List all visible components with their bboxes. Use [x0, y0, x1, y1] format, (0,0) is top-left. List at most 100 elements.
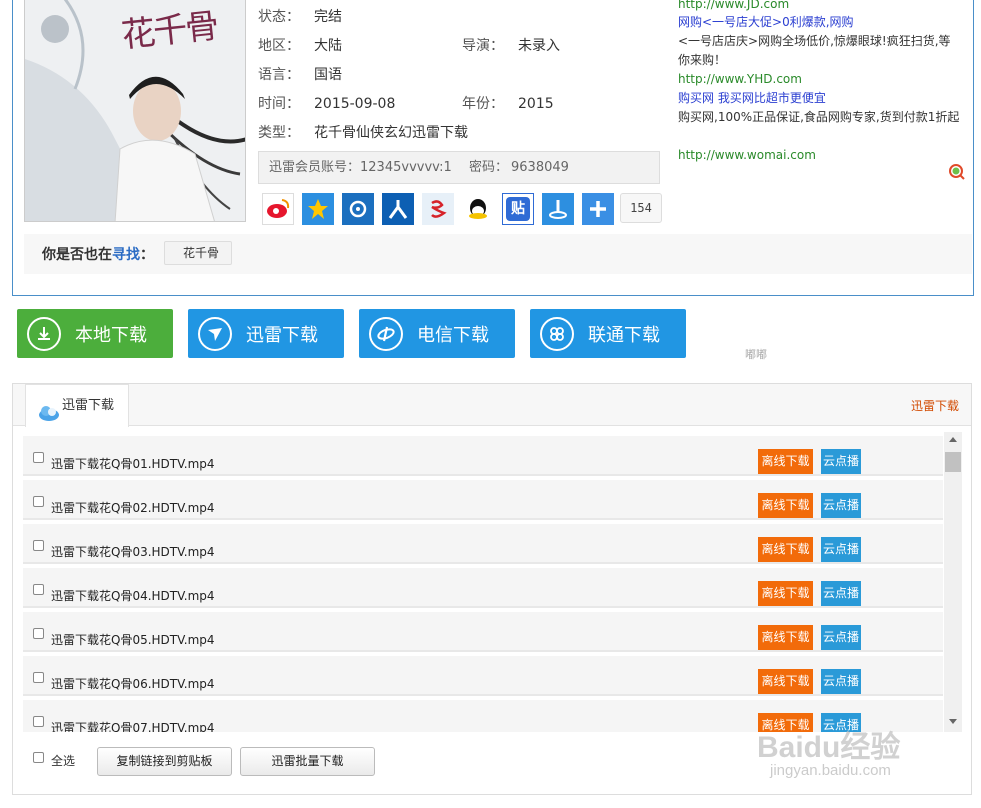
weibo-icon[interactable]: [262, 193, 294, 225]
ding-icon[interactable]: [542, 193, 574, 225]
cloud-play-button[interactable]: 云点播: [821, 581, 861, 606]
time-row: 时间： 2015-09-08: [258, 94, 395, 114]
tab-xunlei-label: 迅雷下载: [62, 398, 115, 413]
file-row: 迅雷下载花Q骨04.HDTV.mp4 离线下载 云点播: [23, 568, 943, 608]
offline-download-button[interactable]: 离线下载: [758, 581, 813, 606]
tencent-weibo-icon[interactable]: [342, 193, 374, 225]
ad-title[interactable]: 网购<一号店大促>0利爆款,网购: [678, 13, 854, 32]
file-name[interactable]: 迅雷下载花Q骨06.HDTV.mp4: [51, 675, 215, 692]
douban-icon[interactable]: [422, 193, 454, 225]
xunlei-download-label: 迅雷下载: [246, 324, 318, 346]
telecom-download-button[interactable]: 电信下载: [359, 309, 515, 358]
local-download-label: 本地下载: [75, 324, 147, 346]
ad-desc: 购买网,100%正品保证,食品网购专家,货到付款1折起: [678, 110, 960, 124]
file-checkbox[interactable]: [33, 672, 44, 683]
cloud-play-button[interactable]: 云点播: [821, 493, 861, 518]
file-checkbox[interactable]: [33, 496, 44, 507]
find-highlight: 寻找: [112, 247, 140, 263]
account-box: 迅雷会员账号：12345vvvvv:1 密码： 9638049: [258, 151, 660, 184]
file-checkbox[interactable]: [33, 584, 44, 595]
type-value[interactable]: 花千骨仙侠玄幻迅雷下载: [314, 125, 468, 141]
qzone-icon[interactable]: [302, 193, 334, 225]
offline-download-button[interactable]: 离线下载: [758, 493, 813, 518]
tieba-icon[interactable]: 贴: [502, 193, 534, 225]
telecom-download-label: 电信下载: [417, 324, 489, 346]
file-row: 迅雷下载花Q骨03.HDTV.mp4 离线下载 云点播: [23, 524, 943, 564]
file-name[interactable]: 迅雷下载花Q骨07.HDTV.mp4: [51, 719, 215, 732]
local-download-button[interactable]: 本地下载: [17, 309, 173, 358]
director-row: 导演： 未录入: [462, 36, 560, 56]
file-checkbox[interactable]: [33, 452, 44, 463]
select-all-label[interactable]: 全选: [51, 752, 75, 769]
batch-download-button[interactable]: 迅雷批量下载: [240, 747, 375, 776]
scroll-up-icon[interactable]: [949, 437, 957, 442]
related-search: 你是否也在寻找： 花千骨: [24, 234, 972, 274]
search-tag[interactable]: 花千骨: [164, 241, 233, 265]
file-checkbox[interactable]: [33, 716, 44, 727]
cloud-play-button[interactable]: 云点播: [821, 625, 861, 650]
poster-image[interactable]: 花千骨: [24, 0, 246, 222]
year-label: 年份：: [462, 96, 504, 112]
time-value: 2015-09-08: [314, 96, 396, 112]
account-value: 12345vvvvv:1: [360, 160, 452, 175]
unicom-download-label: 联通下载: [588, 324, 660, 346]
cloud-play-button[interactable]: 云点播: [821, 669, 861, 694]
status-label: 状态：: [258, 9, 300, 25]
offline-download-button[interactable]: 离线下载: [758, 537, 813, 562]
password-value: 9638049: [511, 160, 569, 175]
ad-url[interactable]: http://www.womai.com: [678, 146, 816, 165]
ad-desc: <一号店店庆>网购全场低价,惊爆眼球!疯狂扫货,等你来购！: [678, 34, 951, 67]
year-value: 2015: [518, 96, 554, 112]
region-value: 大陆: [314, 38, 342, 54]
ads-panel: http://www.JD.com 网购<一号店大促>0利爆款,网购 <一号店店…: [670, 0, 970, 182]
qq-icon[interactable]: [462, 193, 494, 225]
language-row: 语言： 国语: [258, 65, 342, 85]
watermark-brand: Baidu经验: [757, 731, 901, 764]
cloud-play-button[interactable]: 云点播: [821, 537, 861, 562]
watermark-url: jingyan.baidu.com: [770, 762, 891, 779]
select-all-checkbox[interactable]: [33, 752, 44, 763]
find-colon: ：: [140, 247, 154, 263]
ad-url[interactable]: http://www.JD.com: [678, 0, 789, 14]
type-label: 类型：: [258, 125, 300, 141]
file-name[interactable]: 迅雷下载花Q骨02.HDTV.mp4: [51, 499, 215, 516]
file-list: 迅雷下载花Q骨01.HDTV.mp4 离线下载 云点播 迅雷下载花Q骨02.HD…: [23, 432, 943, 732]
offline-download-button[interactable]: 离线下载: [758, 669, 813, 694]
file-checkbox[interactable]: [33, 628, 44, 639]
more-share-icon[interactable]: [582, 193, 614, 225]
scroll-thumb[interactable]: [945, 452, 961, 472]
file-row: 迅雷下载花Q骨06.HDTV.mp4 离线下载 云点播: [23, 656, 943, 696]
tab-xunlei[interactable]: 迅雷下载: [25, 384, 129, 427]
account-label: 迅雷会员账号：: [269, 160, 361, 175]
time-label: 时间：: [258, 96, 300, 112]
copy-links-button[interactable]: 复制链接到剪贴板: [97, 747, 232, 776]
file-name[interactable]: 迅雷下载花Q骨01.HDTV.mp4: [51, 455, 215, 472]
ad-title[interactable]: 购买网 我买网比超市更便宜: [678, 89, 826, 108]
file-checkbox[interactable]: [33, 540, 44, 551]
language-value: 国语: [314, 67, 342, 83]
director-value: 未录入: [518, 38, 560, 54]
status-value: 完结: [314, 9, 342, 25]
password-label: 密码：: [469, 160, 509, 175]
search-logo-icon[interactable]: [948, 163, 966, 181]
type-row: 类型： 花千骨仙侠玄幻迅雷下载: [258, 123, 468, 143]
scroll-down-icon[interactable]: [949, 719, 957, 724]
share-count[interactable]: 154: [620, 193, 662, 223]
download-icon: [27, 316, 61, 351]
renren-icon[interactable]: [382, 193, 414, 225]
file-row: 迅雷下载花Q骨01.HDTV.mp4 离线下载 云点播: [23, 436, 943, 476]
unicom-download-button[interactable]: 联通下载: [530, 309, 686, 358]
offline-download-button[interactable]: 离线下载: [758, 449, 813, 474]
ad-url[interactable]: http://www.YHD.com: [678, 70, 802, 89]
region-label: 地区：: [258, 38, 300, 54]
file-name[interactable]: 迅雷下载花Q骨05.HDTV.mp4: [51, 631, 215, 648]
scrollbar[interactable]: [944, 432, 962, 732]
file-name[interactable]: 迅雷下载花Q骨04.HDTV.mp4: [51, 587, 215, 604]
panel-right-label[interactable]: 迅雷下载: [911, 397, 959, 414]
file-name[interactable]: 迅雷下载花Q骨03.HDTV.mp4: [51, 543, 215, 560]
offline-download-button[interactable]: 离线下载: [758, 625, 813, 650]
region-row: 地区： 大陆: [258, 36, 342, 56]
cloud-play-button[interactable]: 云点播: [821, 449, 861, 474]
xunlei-download-button[interactable]: 迅雷下载: [188, 309, 344, 358]
unicom-knot-icon: [540, 316, 574, 351]
